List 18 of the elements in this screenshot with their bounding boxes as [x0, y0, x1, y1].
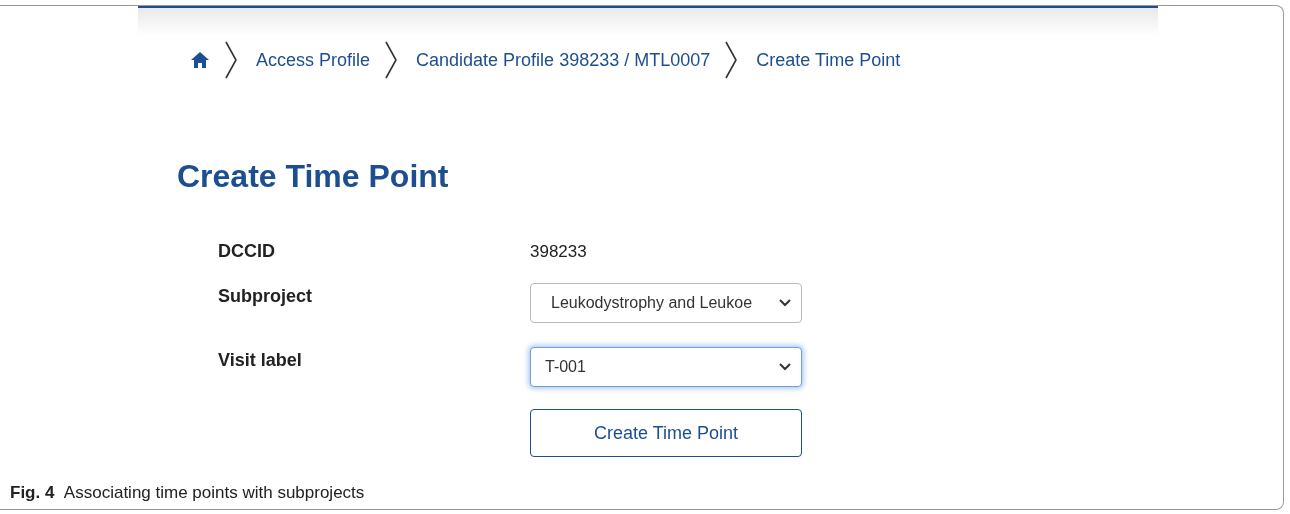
home-icon[interactable] — [190, 51, 210, 69]
chevron-icon — [384, 40, 399, 80]
figure-caption: Fig. 4 Associating time points with subprojects — [10, 481, 365, 504]
field-label: Visit label — [218, 349, 303, 372]
chevron-icon — [224, 40, 238, 80]
caret-icon — [779, 363, 791, 371]
page-heading: Create Time Point — [177, 157, 450, 196]
chevron-icon — [724, 40, 739, 80]
select-field[interactable]: Leukodystrophy and Leukoe — [530, 283, 802, 323]
breadcrumb-link[interactable]: Create Time Point — [756, 46, 901, 74]
caret-icon — [779, 299, 791, 307]
breadcrumb-link[interactable]: Access Profile — [256, 46, 371, 74]
breadcrumb-link[interactable]: Candidate Profile 398233 / MTL0007 — [416, 46, 711, 74]
select-field[interactable]: T-001 — [530, 347, 802, 387]
field-value: 398233 — [530, 240, 587, 263]
create-button[interactable]: Create Time Point — [530, 409, 802, 457]
field-label: Subproject — [218, 285, 313, 308]
field-label: DCCID — [218, 240, 276, 263]
